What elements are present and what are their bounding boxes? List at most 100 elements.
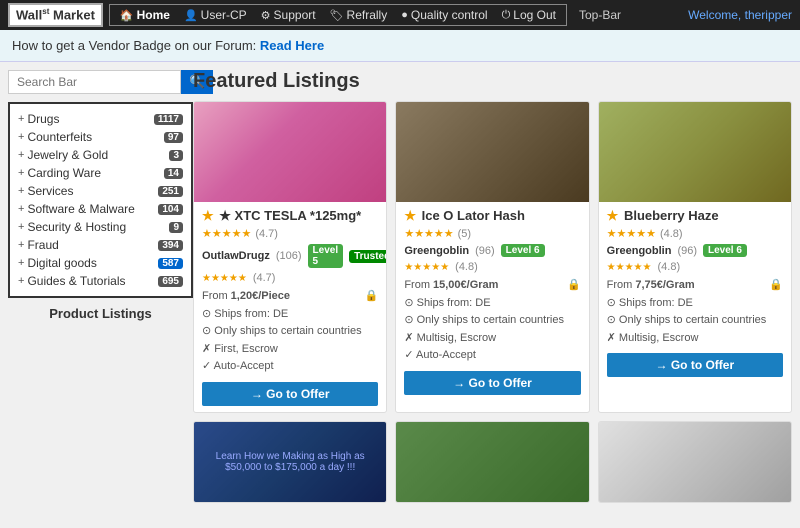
card-details-hash: From 15,00€/Gram 🔒 ⊙ Ships from: DE ⊙ On… <box>404 277 580 365</box>
cat-services[interactable]: + Services 251 <box>18 182 183 200</box>
cat-carding[interactable]: + Carding Ware 14 <box>18 164 183 182</box>
cat-fraud[interactable]: + Fraud 394 <box>18 236 183 254</box>
cat-jewelry-badge: 3 <box>169 150 183 161</box>
ships-note-xtc: ⊙ Only ships to certain countries <box>202 323 378 341</box>
welcome-prefix: Welcome, <box>688 8 741 22</box>
cat-software-label: Software & Malware <box>27 202 155 216</box>
escrow-icon-hash: 🔒 <box>567 277 581 295</box>
detail-price-xtc: From 1,20€/Piece 🔒 <box>202 288 378 306</box>
cat-drugs-label: Drugs <box>27 112 150 126</box>
cat-digital-label: Digital goods <box>27 256 155 270</box>
seller-name-xtc[interactable]: OutlawDrugz <box>202 250 270 262</box>
cat-fraud-badge: 394 <box>158 240 183 251</box>
cat-jewelry[interactable]: + Jewelry & Gold 3 <box>18 146 183 164</box>
search-input[interactable] <box>8 70 181 94</box>
trusted-badge-xtc: Trusted <box>349 250 387 263</box>
seller-count-hash: (96) <box>475 245 495 257</box>
stars-haze: ★★★★★ <box>607 227 656 240</box>
price-haze: 7,75€/Gram <box>635 277 694 295</box>
listing-image-haze <box>599 102 791 202</box>
ships-hash: ⊙ Ships from: DE <box>404 295 580 313</box>
card-title-text-haze: Blueberry Haze <box>624 208 719 223</box>
card-details-haze: From 7,75€/Gram 🔒 ⊙ Ships from: DE ⊙ Onl… <box>607 277 783 347</box>
listing-image-hash <box>396 102 588 202</box>
plus-icon: + <box>18 275 24 287</box>
cat-guides[interactable]: + Guides & Tutorials 695 <box>18 272 183 290</box>
plus-icon: + <box>18 185 24 197</box>
cat-software[interactable]: + Software & Malware 104 <box>18 200 183 218</box>
go-offer-btn-haze[interactable]: → Go to Offer <box>607 353 783 377</box>
seller-name-hash[interactable]: Greengoblin <box>404 245 469 257</box>
card-rating-haze: ★★★★★ (4.8) <box>607 227 783 240</box>
logo[interactable]: Wallst Market <box>8 3 103 26</box>
card-seller-stars-haze: ★★★★★ (4.8) <box>607 261 783 273</box>
card-title-hash: ★ Ice O Lator Hash <box>404 208 580 224</box>
listing-card-green[interactable] <box>395 421 589 503</box>
cat-services-badge: 251 <box>158 186 183 197</box>
topbar-label: Top-Bar <box>579 8 621 22</box>
listing-image-learn: Learn How we Making as High as $50,000 t… <box>194 422 386 502</box>
product-listings-label: Product Listings <box>8 306 193 321</box>
cat-services-label: Services <box>27 184 155 198</box>
sidebar: 🔍 + Drugs 1117 + Counterfeits 97 + Jewel… <box>8 70 193 321</box>
accept-hash: ✓ Auto-Accept <box>404 347 580 365</box>
card-title-text-xtc: ★ XTC TESLA *125mg* <box>219 208 361 223</box>
card-seller-haze: Greengoblin (96) Level 6 <box>607 244 783 257</box>
nav-user-cp[interactable]: 👤 User-CP <box>178 8 253 22</box>
card-seller-hash: Greengoblin (96) Level 6 <box>404 244 580 257</box>
from-label: From <box>607 277 633 295</box>
cat-counterfeits[interactable]: + Counterfeits 97 <box>18 128 183 146</box>
nav-quality-control[interactable]: ● Quality control <box>395 8 493 22</box>
rating-val-hash: (5) <box>458 228 471 240</box>
info-link[interactable]: Read Here <box>260 38 324 53</box>
seller-rating-hash: (4.8) <box>455 261 478 273</box>
detail-price-hash: From 15,00€/Gram 🔒 <box>404 277 580 295</box>
listing-card-hash: ★ Ice O Lator Hash ★★★★★ (5) Greengoblin… <box>395 101 589 413</box>
cat-drugs[interactable]: + Drugs 1117 <box>18 110 183 128</box>
listing-image-white <box>599 422 791 502</box>
cat-drugs-badge: 1117 <box>154 114 183 125</box>
nav-user-cp-label: User-CP <box>201 8 247 22</box>
info-text: How to get a Vendor Badge on our Forum: <box>12 38 256 53</box>
card-seller-stars-hash: ★★★★★ (4.8) <box>404 261 580 273</box>
nav-refrally[interactable]: 🏷 Refrally <box>324 8 394 22</box>
from-label: From <box>202 288 228 306</box>
cat-digital-badge: 587 <box>158 258 183 269</box>
plus-icon: + <box>18 149 24 161</box>
plus-icon: + <box>18 131 24 143</box>
nav-home[interactable]: 🏠 Home <box>114 8 176 22</box>
seller-stars-haze: ★★★★★ <box>607 262 652 273</box>
go-offer-btn-xtc[interactable]: → Go to Offer <box>202 382 378 406</box>
nav-menu: 🏠 Home 👤 User-CP ⚙ Support 🏷 Refrally ● … <box>109 4 567 26</box>
card-details-xtc: From 1,20€/Piece 🔒 ⊙ Ships from: DE ⊙ On… <box>202 288 378 376</box>
level-badge-hash: Level 6 <box>501 244 545 257</box>
card-body-xtc: ★ ★ XTC TESLA *125mg* ★★★★★ (4.7) Outlaw… <box>194 202 386 412</box>
cat-digital[interactable]: + Digital goods 587 <box>18 254 183 272</box>
star-icon: ★ <box>404 208 416 223</box>
cat-security-badge: 9 <box>169 222 183 233</box>
stars-xtc: ★★★★★ <box>202 227 251 240</box>
escrow-icon-haze: 🔒 <box>769 277 783 295</box>
seller-name-haze[interactable]: Greengoblin <box>607 245 672 257</box>
card-title-haze: ★ Blueberry Haze <box>607 208 783 224</box>
listing-card-xtc: ★ ★ XTC TESLA *125mg* ★★★★★ (4.7) Outlaw… <box>193 101 387 413</box>
escrow-haze: ✗ Multisig, Escrow <box>607 330 783 348</box>
card-title-xtc: ★ ★ XTC TESLA *125mg* <box>202 208 378 224</box>
cat-carding-badge: 14 <box>164 168 183 179</box>
listing-card-white[interactable] <box>598 421 792 503</box>
listing-card-learn[interactable]: Learn How we Making as High as $50,000 t… <box>193 421 387 503</box>
home-icon: 🏠 <box>120 9 134 22</box>
cat-fraud-label: Fraud <box>27 238 155 252</box>
go-offer-btn-hash[interactable]: → Go to Offer <box>404 371 580 395</box>
card-rating-xtc: ★★★★★ (4.7) <box>202 227 378 240</box>
nav-home-label: Home <box>137 8 170 22</box>
stars-hash: ★★★★★ <box>404 227 453 240</box>
main-content: Featured Listings ★ ★ XTC TESLA *125mg* … <box>193 70 792 503</box>
cat-security[interactable]: + Security & Hosting 9 <box>18 218 183 236</box>
seller-rating-xtc: (4.7) <box>253 272 276 284</box>
nav-logout[interactable]: ⏻ Log Out <box>496 8 562 22</box>
nav-support[interactable]: ⚙ Support <box>255 8 322 22</box>
user-icon: 👤 <box>184 9 198 22</box>
ships-xtc: ⊙ Ships from: DE <box>202 306 378 324</box>
cat-counterfeits-label: Counterfeits <box>27 130 160 144</box>
